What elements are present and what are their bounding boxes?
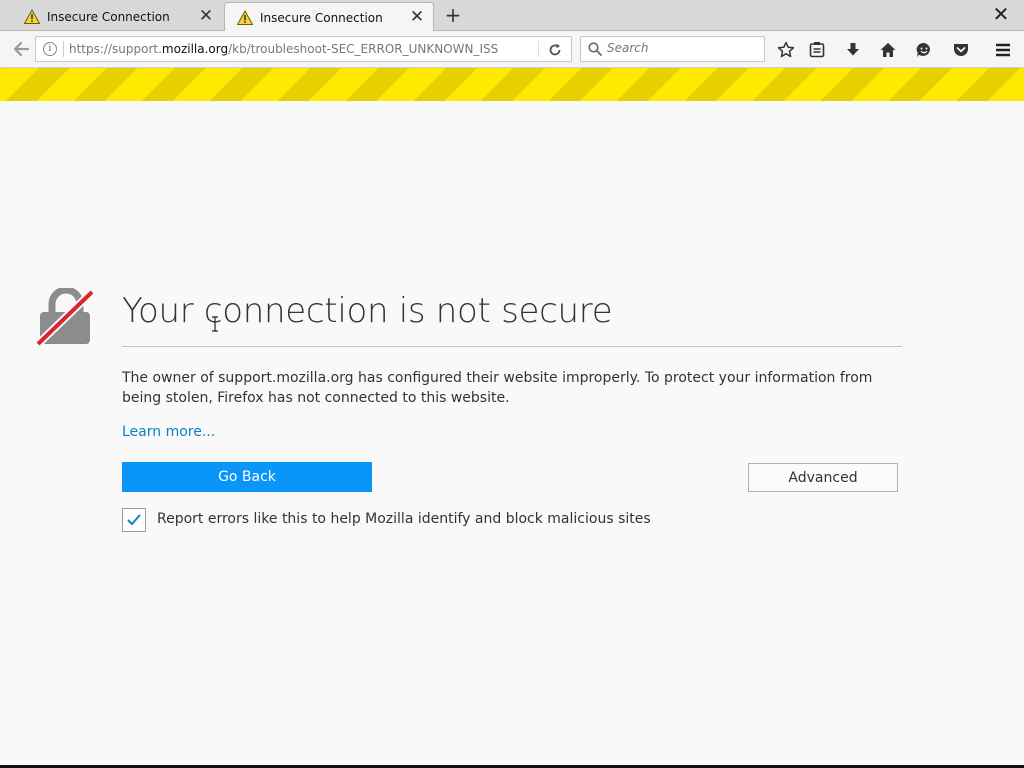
- tab-close-icon[interactable]: ✕: [194, 8, 218, 25]
- warning-icon: [24, 8, 40, 24]
- pocket-button[interactable]: [950, 39, 972, 61]
- reading-list-button[interactable]: [806, 39, 828, 61]
- reload-icon: [549, 43, 561, 56]
- report-errors-label: Report errors like this to help Mozilla …: [157, 511, 651, 527]
- back-button[interactable]: [8, 36, 34, 62]
- tab-title: Insecure Connection: [47, 9, 170, 24]
- menu-button[interactable]: [992, 39, 1014, 61]
- home-button[interactable]: [877, 39, 899, 61]
- report-errors-checkbox[interactable]: [122, 508, 146, 532]
- url-path: /kb/troubleshoot-SEC_ERROR_UNKNOWN_ISS: [228, 42, 499, 56]
- url-prefix: https://support.: [69, 42, 162, 56]
- home-icon: [880, 43, 896, 57]
- error-description: The owner of support.mozilla.org has con…: [122, 370, 873, 406]
- reload-separator: [538, 41, 539, 57]
- tab-insecure-connection-2[interactable]: Insecure Connection ✕: [224, 2, 434, 32]
- tab-insecure-connection-1[interactable]: Insecure Connection ✕: [12, 2, 222, 31]
- broken-lock-icon: [36, 288, 95, 347]
- advanced-button[interactable]: Advanced: [748, 463, 898, 492]
- url-host: mozilla.org: [161, 42, 229, 56]
- hello-button[interactable]: [913, 39, 935, 61]
- warning-icon: [237, 9, 253, 25]
- learn-more-link[interactable]: Learn more...: [122, 424, 215, 440]
- warning-stripe: [0, 68, 1024, 101]
- url-separator: [63, 41, 64, 57]
- checkmark-icon: [127, 514, 141, 525]
- star-icon: [777, 41, 795, 58]
- search-placeholder: Search: [607, 41, 649, 55]
- smiley-icon: [916, 42, 930, 57]
- navigation-toolbar: i https://support.mozilla.org/kb/trouble…: [0, 31, 1024, 68]
- back-arrow-icon: [13, 41, 30, 57]
- search-bar[interactable]: Search: [580, 36, 765, 62]
- pocket-icon: [954, 44, 968, 56]
- download-icon: [847, 43, 859, 56]
- address-bar[interactable]: i https://support.mozilla.org/kb/trouble…: [35, 36, 572, 62]
- site-info-icon[interactable]: i: [43, 42, 57, 56]
- menu-icon: [996, 43, 1010, 57]
- bookmark-star-button[interactable]: [775, 39, 797, 61]
- tab-close-icon[interactable]: ✕: [405, 9, 429, 26]
- url-text[interactable]: https://support.mozilla.org/kb/troublesh…: [69, 41, 515, 57]
- title-divider: [122, 346, 902, 347]
- downloads-button[interactable]: [842, 39, 864, 61]
- reload-button[interactable]: [546, 39, 564, 61]
- go-back-button[interactable]: Go Back: [122, 462, 372, 492]
- reading-list-icon: [809, 42, 825, 58]
- tab-title: Insecure Connection: [260, 10, 383, 25]
- text-cursor-icon: [212, 316, 218, 332]
- tab-strip: Insecure Connection ✕ Insecure Connectio…: [0, 0, 1024, 32]
- new-tab-button[interactable]: +: [443, 5, 463, 25]
- window-close-button[interactable]: ✕: [990, 3, 1012, 25]
- page-title: Your connection is not secure: [122, 291, 613, 331]
- search-icon: [588, 42, 602, 56]
